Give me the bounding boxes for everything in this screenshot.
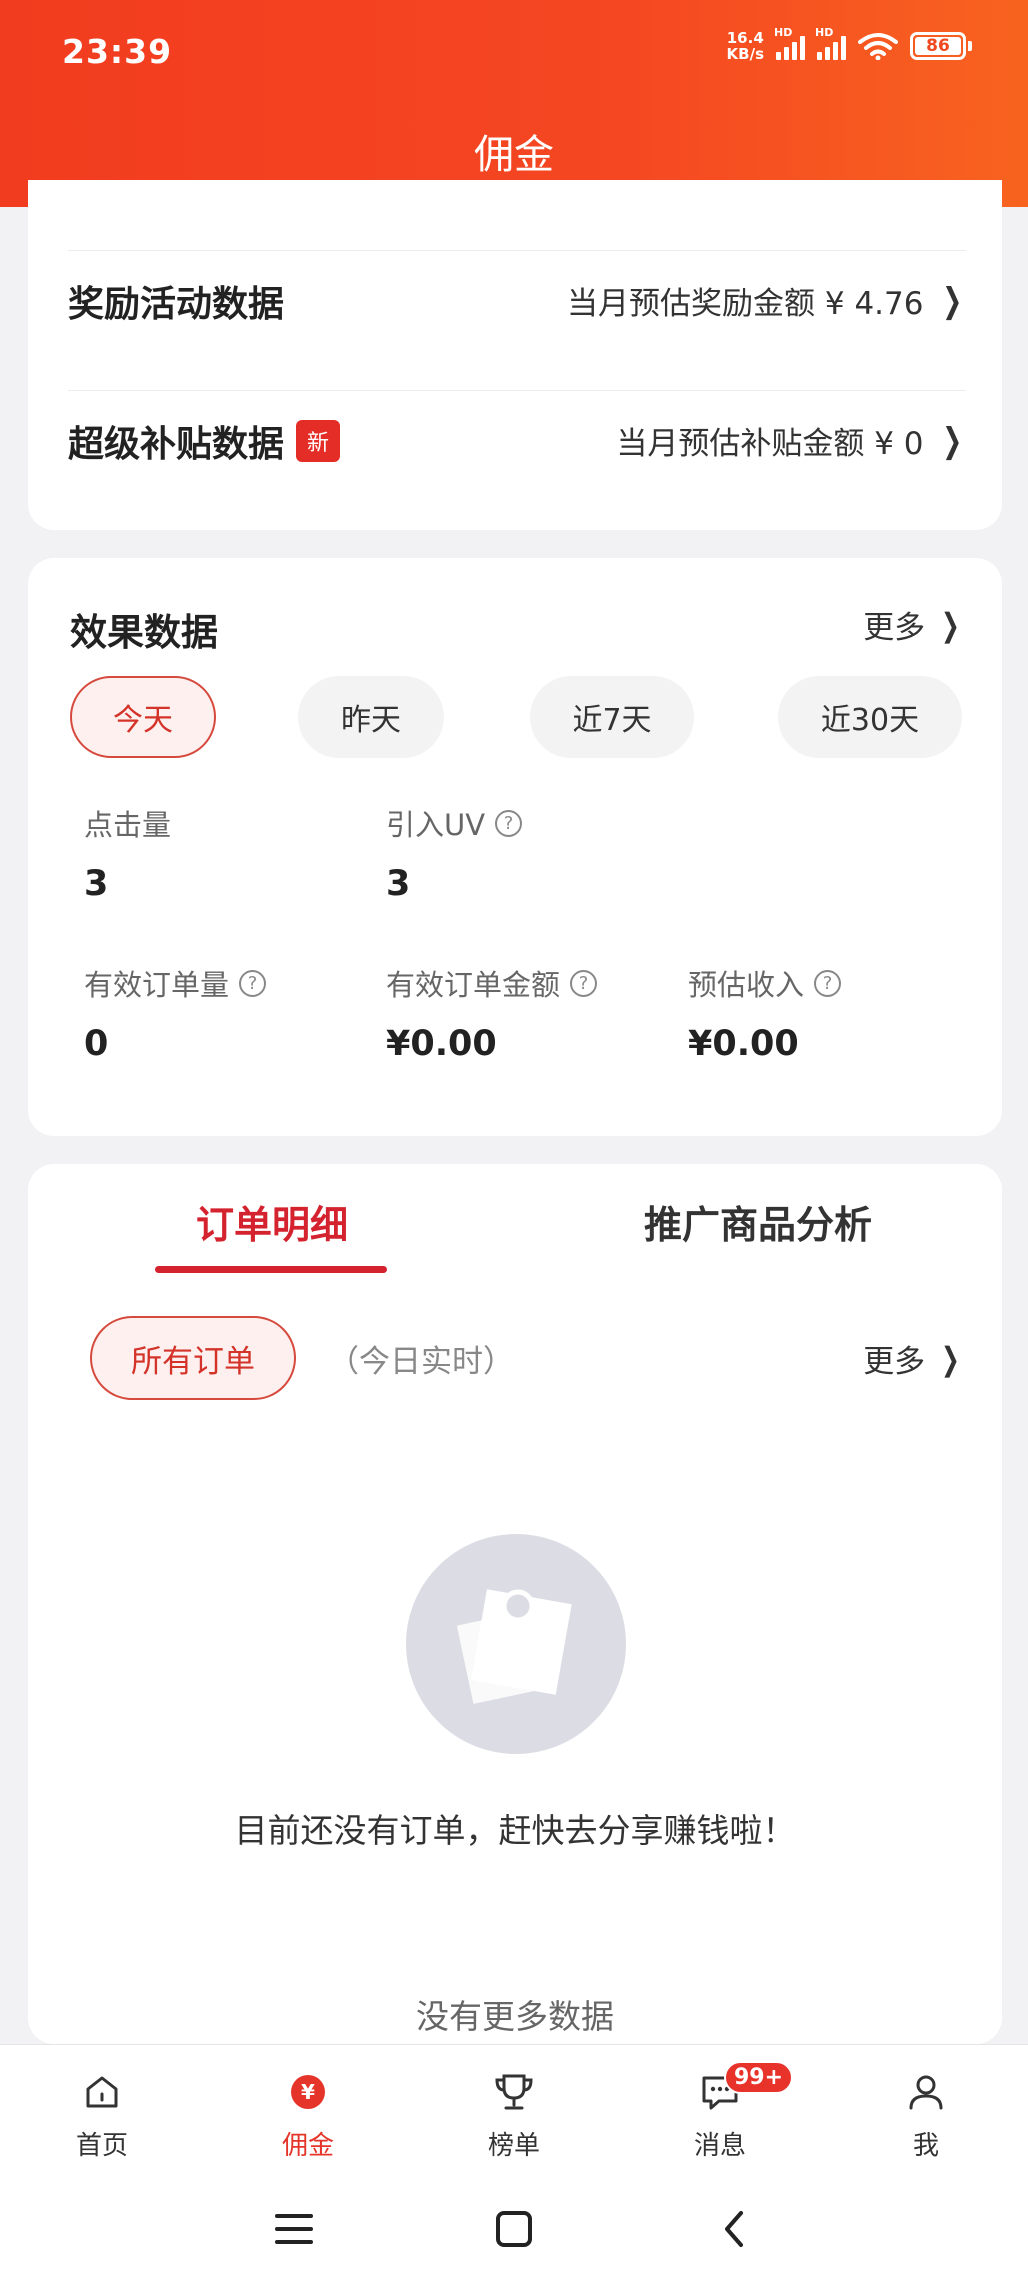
activity-data-row[interactable]: 奖励活动数据 当月预估奖励金额 ¥ 4.76 ❯ bbox=[68, 250, 966, 350]
active-tab-indicator bbox=[155, 1266, 387, 1273]
metric-valid-order-amount: 有效订单金额? ¥0.00 bbox=[386, 962, 598, 1064]
effect-data-card: 效果数据 更多 ❯ 今天 昨天 近7天 近30天 点击量 3 引入UV? 3 有… bbox=[28, 558, 1002, 1136]
metric-estimated-income: 预估收入? ¥0.00 bbox=[688, 962, 842, 1064]
activity-data-label: 奖励活动数据 bbox=[68, 283, 285, 325]
period-30days-button[interactable]: 近30天 bbox=[778, 676, 962, 758]
empty-orders-icon bbox=[406, 1534, 626, 1754]
subsidy-data-label: 超级补贴数据 bbox=[68, 423, 285, 465]
page-title: 佣金 bbox=[474, 132, 554, 178]
subsidy-data-value: 当月预估补贴金额 ¥ 0 bbox=[616, 426, 924, 462]
chevron-right-icon: ❯ bbox=[941, 1339, 960, 1378]
orders-more-button[interactable]: 更多 ❯ bbox=[863, 1336, 964, 1381]
help-icon[interactable]: ? bbox=[495, 809, 523, 837]
new-badge: 新 bbox=[296, 419, 341, 462]
period-7days-button[interactable]: 近7天 bbox=[530, 676, 694, 758]
period-yesterday-button[interactable]: 昨天 bbox=[298, 676, 444, 758]
home-square-icon[interactable] bbox=[486, 2194, 542, 2264]
trophy-icon bbox=[454, 2067, 574, 2117]
chevron-right-icon: ❯ bbox=[941, 280, 962, 321]
tabbar-home[interactable]: 首页 bbox=[42, 2067, 162, 2162]
back-icon[interactable] bbox=[706, 2194, 762, 2264]
status-time: 23:39 bbox=[62, 32, 173, 71]
net-speed: 16.4 KB/s bbox=[726, 29, 764, 63]
signal-icon: HD bbox=[774, 26, 805, 60]
effect-data-title: 效果数据 bbox=[70, 611, 218, 654]
message-count-badge: 99+ bbox=[724, 2061, 794, 2094]
tabbar-me[interactable]: 我 bbox=[866, 2067, 986, 2162]
system-nav-bar bbox=[0, 2174, 1028, 2284]
app-header: 23:39 16.4 KB/s HD HD 86 佣金 bbox=[0, 0, 1028, 207]
tab-product-analysis[interactable]: 推广商品分析 bbox=[644, 1194, 872, 1249]
effect-more-button[interactable]: 更多 ❯ bbox=[863, 602, 964, 647]
activity-data-value: 当月预估奖励金额 ¥ 4.76 bbox=[567, 286, 924, 322]
home-icon bbox=[42, 2067, 162, 2117]
orders-card: 订单明细 推广商品分析 所有订单 （今日实时） 更多 ❯ 目前还没有订单，赶快去… bbox=[28, 1164, 1002, 2044]
rewards-card: 奖励活动数据 当月预估奖励金额 ¥ 4.76 ❯ 超级补贴数据 新 当月预估补贴… bbox=[28, 180, 1002, 530]
help-icon[interactable]: ? bbox=[570, 969, 598, 997]
empty-orders-text: 目前还没有订单，赶快去分享赚钱啦！ bbox=[234, 1811, 796, 1850]
tabbar-commission[interactable]: ¥ 佣金 bbox=[248, 2067, 368, 2162]
help-icon[interactable]: ? bbox=[814, 969, 842, 997]
chevron-right-icon: ❯ bbox=[941, 605, 960, 644]
metric-uv: 引入UV? 3 bbox=[386, 802, 523, 904]
subsidy-data-row[interactable]: 超级补贴数据 新 当月预估补贴金额 ¥ 0 ❯ bbox=[68, 390, 966, 490]
metric-valid-orders: 有效订单量? 0 bbox=[84, 962, 267, 1064]
yuan-icon: ¥ bbox=[248, 2067, 368, 2117]
signal-icon: HD bbox=[815, 26, 846, 60]
status-icons: 16.4 KB/s HD HD 86 bbox=[726, 26, 972, 63]
user-icon bbox=[866, 2067, 986, 2117]
menu-icon[interactable] bbox=[266, 2194, 322, 2264]
chevron-right-icon: ❯ bbox=[941, 420, 962, 461]
tabbar-ranking[interactable]: 榜单 bbox=[454, 2067, 574, 2162]
battery-icon: 86 bbox=[910, 32, 972, 60]
tab-order-details[interactable]: 订单明细 bbox=[196, 1194, 348, 1249]
bottom-tab-bar: 首页 ¥ 佣金 榜单 99+ 消息 我 bbox=[0, 2044, 1028, 2174]
realtime-note: （今日实时） bbox=[328, 1344, 514, 1380]
period-today-button[interactable]: 今天 bbox=[70, 676, 216, 758]
metric-clicks: 点击量 3 bbox=[84, 808, 172, 904]
help-icon[interactable]: ? bbox=[239, 969, 267, 997]
svg-text:¥: ¥ bbox=[301, 2080, 315, 2104]
all-orders-filter[interactable]: 所有订单 bbox=[90, 1316, 296, 1400]
tabbar-messages[interactable]: 99+ 消息 bbox=[660, 2061, 794, 2162]
wifi-icon bbox=[858, 33, 898, 60]
no-more-data-text: 没有更多数据 bbox=[416, 1997, 614, 2036]
